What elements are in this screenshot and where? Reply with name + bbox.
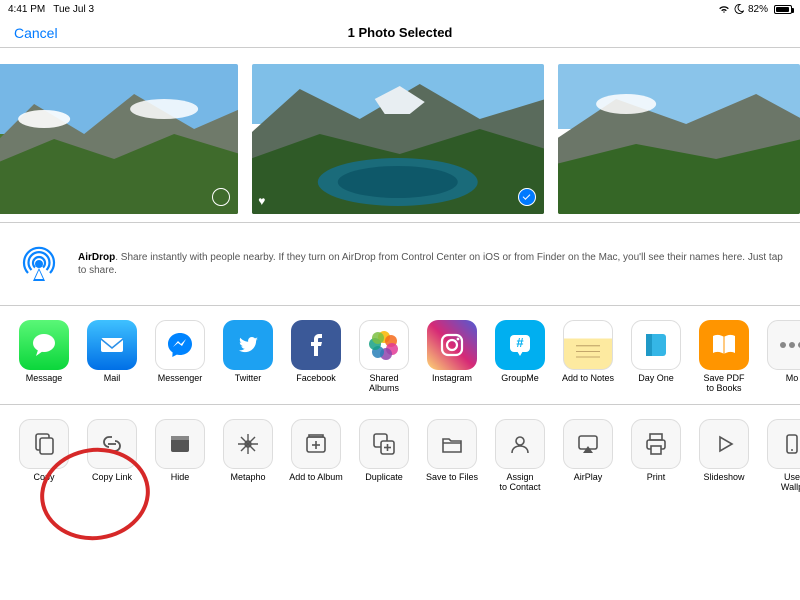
app-label: Shared Albums: [354, 374, 414, 394]
action-hide[interactable]: Hide: [150, 419, 210, 493]
app-label: Mo: [786, 374, 799, 394]
files-icon: [427, 419, 477, 469]
share-app-mail[interactable]: Mail: [82, 320, 142, 394]
share-app-messenger[interactable]: Messenger: [150, 320, 210, 394]
action-label: Copy: [33, 473, 54, 493]
action-label: Use Wallp: [781, 473, 800, 493]
more-icon: [767, 320, 800, 370]
message-icon: [19, 320, 69, 370]
airdrop-icon: [16, 241, 62, 287]
wallpaper-icon: [767, 419, 800, 469]
twitter-icon: [223, 320, 273, 370]
svg-text:#: #: [516, 335, 524, 350]
action-copy[interactable]: Copy: [14, 419, 74, 493]
facebook-icon: [291, 320, 341, 370]
do-not-disturb-icon: [734, 4, 744, 14]
share-app-more[interactable]: Mo: [762, 320, 800, 394]
hide-icon: [155, 419, 205, 469]
app-label: Messenger: [158, 374, 203, 394]
photo-preview-row: ♥: [0, 48, 800, 222]
share-app-dayone[interactable]: Day One: [626, 320, 686, 394]
action-label: Slideshow: [703, 473, 744, 493]
notes-icon: [563, 320, 613, 370]
link-icon: [87, 419, 137, 469]
airdrop-description: AirDrop. Share instantly with people nea…: [78, 251, 784, 277]
airdrop-rest: . Share instantly with people nearby. If…: [78, 252, 783, 276]
photo-thumbnail[interactable]: [0, 64, 238, 214]
battery-percent: 82%: [748, 4, 768, 15]
action-wallpaper[interactable]: Use Wallp: [762, 419, 800, 493]
app-label: Day One: [638, 374, 674, 394]
action-print[interactable]: Print: [626, 419, 686, 493]
slideshow-icon: [699, 419, 749, 469]
action-label: Add to Album: [289, 473, 343, 493]
photo-thumbnail[interactable]: ♥: [252, 64, 544, 214]
shared-albums-icon: [359, 320, 409, 370]
airdrop-section: AirDrop. Share instantly with people nea…: [0, 222, 800, 306]
share-app-facebook[interactable]: Facebook: [286, 320, 346, 394]
copy-icon: [19, 419, 69, 469]
metapho-icon: [223, 419, 273, 469]
selection-badge-checked[interactable]: [518, 188, 536, 206]
action-save-to-files[interactable]: Save to Files: [422, 419, 482, 493]
contact-icon: [495, 419, 545, 469]
app-label: Facebook: [296, 374, 336, 394]
airdrop-bold: AirDrop: [78, 252, 115, 263]
app-label: Twitter: [235, 374, 262, 394]
photo-thumbnail[interactable]: [558, 64, 800, 214]
action-duplicate[interactable]: Duplicate: [354, 419, 414, 493]
share-app-instagram[interactable]: Instagram: [422, 320, 482, 394]
airplay-icon: [563, 419, 613, 469]
cancel-button[interactable]: Cancel: [14, 25, 58, 41]
action-label: AirPlay: [574, 473, 603, 493]
instagram-icon: [427, 320, 477, 370]
action-slideshow[interactable]: Slideshow: [694, 419, 754, 493]
messenger-icon: [155, 320, 205, 370]
duplicate-icon: [359, 419, 409, 469]
status-date: Tue Jul 3: [53, 4, 94, 15]
add-album-icon: [291, 419, 341, 469]
battery-icon: [772, 5, 792, 14]
action-label: Assign to Contact: [499, 473, 540, 493]
action-add-to-album[interactable]: Add to Album: [286, 419, 346, 493]
share-app-twitter[interactable]: Twitter: [218, 320, 278, 394]
share-app-message[interactable]: Message: [14, 320, 74, 394]
app-label: Message: [26, 374, 63, 394]
action-label: Save to Files: [426, 473, 478, 493]
share-app-notes[interactable]: Add to Notes: [558, 320, 618, 394]
action-label: Duplicate: [365, 473, 403, 493]
status-bar: 4:41 PM Tue Jul 3 82%: [0, 0, 800, 18]
share-apps-row: Message Mail Messenger Twitter Facebook …: [0, 306, 800, 405]
share-actions-row: Copy Copy Link Hide Metapho Add to Album…: [0, 405, 800, 503]
page-title: 1 Photo Selected: [348, 25, 453, 40]
status-time: 4:41 PM: [8, 4, 45, 15]
action-label: Copy Link: [92, 473, 132, 493]
action-metapho[interactable]: Metapho: [218, 419, 278, 493]
groupme-icon: #: [495, 320, 545, 370]
app-label: Add to Notes: [562, 374, 614, 394]
action-assign-contact[interactable]: Assign to Contact: [490, 419, 550, 493]
app-label: Save PDF to Books: [703, 374, 744, 394]
app-label: Instagram: [432, 374, 472, 394]
action-label: Hide: [171, 473, 190, 493]
app-label: Mail: [104, 374, 121, 394]
books-icon: [699, 320, 749, 370]
action-label: Print: [647, 473, 666, 493]
favorite-icon: ♥: [258, 194, 265, 208]
wifi-icon: [718, 5, 730, 14]
share-app-books[interactable]: Save PDF to Books: [694, 320, 754, 394]
share-app-groupme[interactable]: # GroupMe: [490, 320, 550, 394]
action-airplay[interactable]: AirPlay: [558, 419, 618, 493]
share-sheet-header: Cancel 1 Photo Selected: [0, 18, 800, 48]
share-app-shared-albums[interactable]: Shared Albums: [354, 320, 414, 394]
dayone-icon: [631, 320, 681, 370]
action-copy-link[interactable]: Copy Link: [82, 419, 142, 493]
mail-icon: [87, 320, 137, 370]
print-icon: [631, 419, 681, 469]
app-label: GroupMe: [501, 374, 539, 394]
action-label: Metapho: [230, 473, 265, 493]
